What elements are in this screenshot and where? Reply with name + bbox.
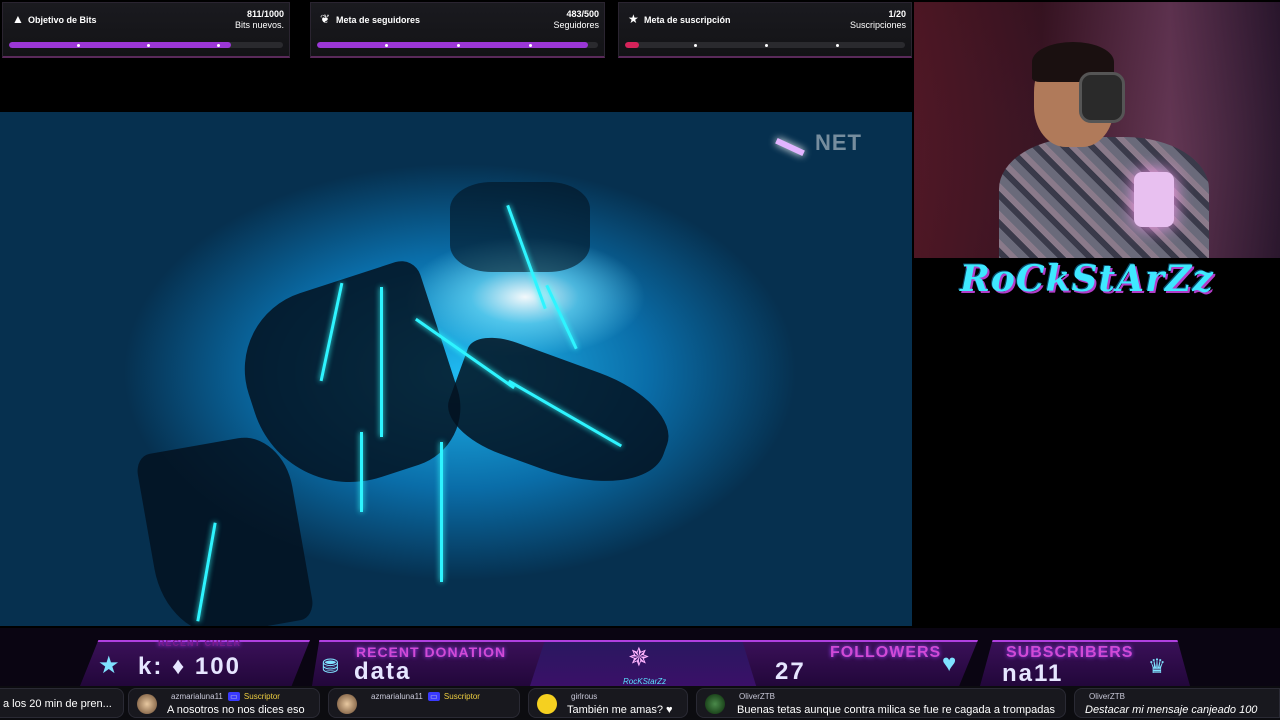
chat-text: Destacar mi mensaje canjeado 100 (1085, 704, 1258, 716)
followers-goal: ❦ Meta de seguidores 483/500 Seguidores (310, 2, 605, 58)
recent-cheer-title: RECENT CHEER (158, 638, 242, 648)
avatar (705, 694, 725, 714)
bits-icon: ▲ (12, 12, 24, 26)
goal-sub: Seguidores (553, 20, 599, 30)
subscriber-badge: ▭ (428, 692, 440, 701)
trophy-icon: ♛ (1148, 656, 1166, 678)
microphone-icon (1134, 172, 1174, 227)
chat-ticker: a los 20 min de pren... azmarialuna11 ▭ … (0, 686, 1280, 720)
chat-message: OliverZTB Destacar mi mensaje canjeado 1… (1074, 688, 1280, 718)
headset-icon (1079, 72, 1125, 123)
chat-message: OliverZTB Buenas tetas aunque contra mil… (696, 688, 1066, 718)
goal-name: Meta de suscripción (644, 15, 731, 25)
avatar (337, 694, 357, 714)
goal-count: 811/1000 (246, 9, 284, 19)
followers-title: FOLLOWERS (830, 644, 942, 661)
badge-label: Suscriptor (443, 692, 480, 701)
recent-donation-panel: RECENT DONATION ⛃ data (312, 640, 557, 686)
goal-progress-bar (9, 42, 283, 48)
subscriber-badge: ▭ (228, 692, 240, 701)
center-logo-panel: ✵ RocKStarZz (530, 640, 780, 686)
followers-panel: FOLLOWERS 27 ♥ (742, 640, 978, 686)
webcam-feed (914, 2, 1280, 258)
recent-donation-value: data (354, 658, 412, 685)
goal-name: Objetivo de Bits (28, 15, 97, 25)
chat-username: OliverZTB (739, 692, 775, 701)
goal-name: Meta de seguidores (336, 15, 421, 25)
goal-sub: Bits nuevos. (234, 20, 284, 30)
rockstar-logo-icon: ✵ (628, 642, 650, 672)
chat-message: a los 20 min de pren... (0, 688, 124, 718)
chat-text: Buenas tetas aunque contra milica se fue… (737, 704, 1055, 716)
goal-count: 483/500 (566, 9, 599, 19)
stream-video[interactable]: NET (0, 112, 912, 626)
user-icon (537, 694, 557, 714)
followers-value: 27 (775, 658, 806, 685)
chat-message: girlrous También me amas? ♥ (528, 688, 688, 718)
heart-hands-icon: ❦ (320, 12, 331, 26)
badge-label: Suscriptor (243, 692, 280, 701)
recent-cheer-panel: RECENT CHEER ★ k: ♦ 100 (80, 640, 310, 686)
goal-sub: Suscripciones (849, 20, 906, 30)
streaming-watermark: NET (815, 130, 862, 155)
chat-text: A nosotros no nos dices eso (167, 704, 305, 716)
recent-cheer-value: k: ♦ 100 (138, 653, 241, 680)
subscribers-panel: SUBSCRIBERS na11 ♛ (980, 640, 1190, 686)
center-logo-text: RocKStarZz (623, 677, 667, 686)
chat-username: azmarialuna11 (371, 692, 423, 701)
bits-goal: ▲ Objetivo de Bits 811/1000 Bits nuevos. (2, 2, 290, 58)
streamer-logo: RoCkStArZz (960, 258, 1214, 300)
chat-username: girlrous (571, 692, 598, 701)
star-icon: ★ (628, 12, 639, 26)
star-icon: ★ (98, 652, 120, 679)
money-icon: ⛃ (322, 656, 339, 678)
chat-username: OliverZTB (1089, 692, 1125, 701)
chat-username: azmarialuna11 (171, 692, 223, 701)
stream-stats-bar: RECENT CHEER ★ k: ♦ 100 RECENT DONATION … (0, 628, 1280, 686)
chat-text: a los 20 min de pren... (3, 698, 112, 710)
chat-message: azmarialuna11 ▭ Suscriptor A nosotros no… (128, 688, 320, 718)
chat-text: También me amas? ♥ (567, 704, 673, 716)
chat-message: azmarialuna11 ▭ Suscriptor (328, 688, 520, 718)
avatar (137, 694, 157, 714)
heart-icon: ♥ (942, 650, 957, 677)
subscription-goal: ★ Meta de suscripción 1/20 Suscripciones (618, 2, 912, 58)
subscribers-value: na11 (1002, 660, 1064, 687)
goal-count: 1/20 (888, 9, 906, 19)
